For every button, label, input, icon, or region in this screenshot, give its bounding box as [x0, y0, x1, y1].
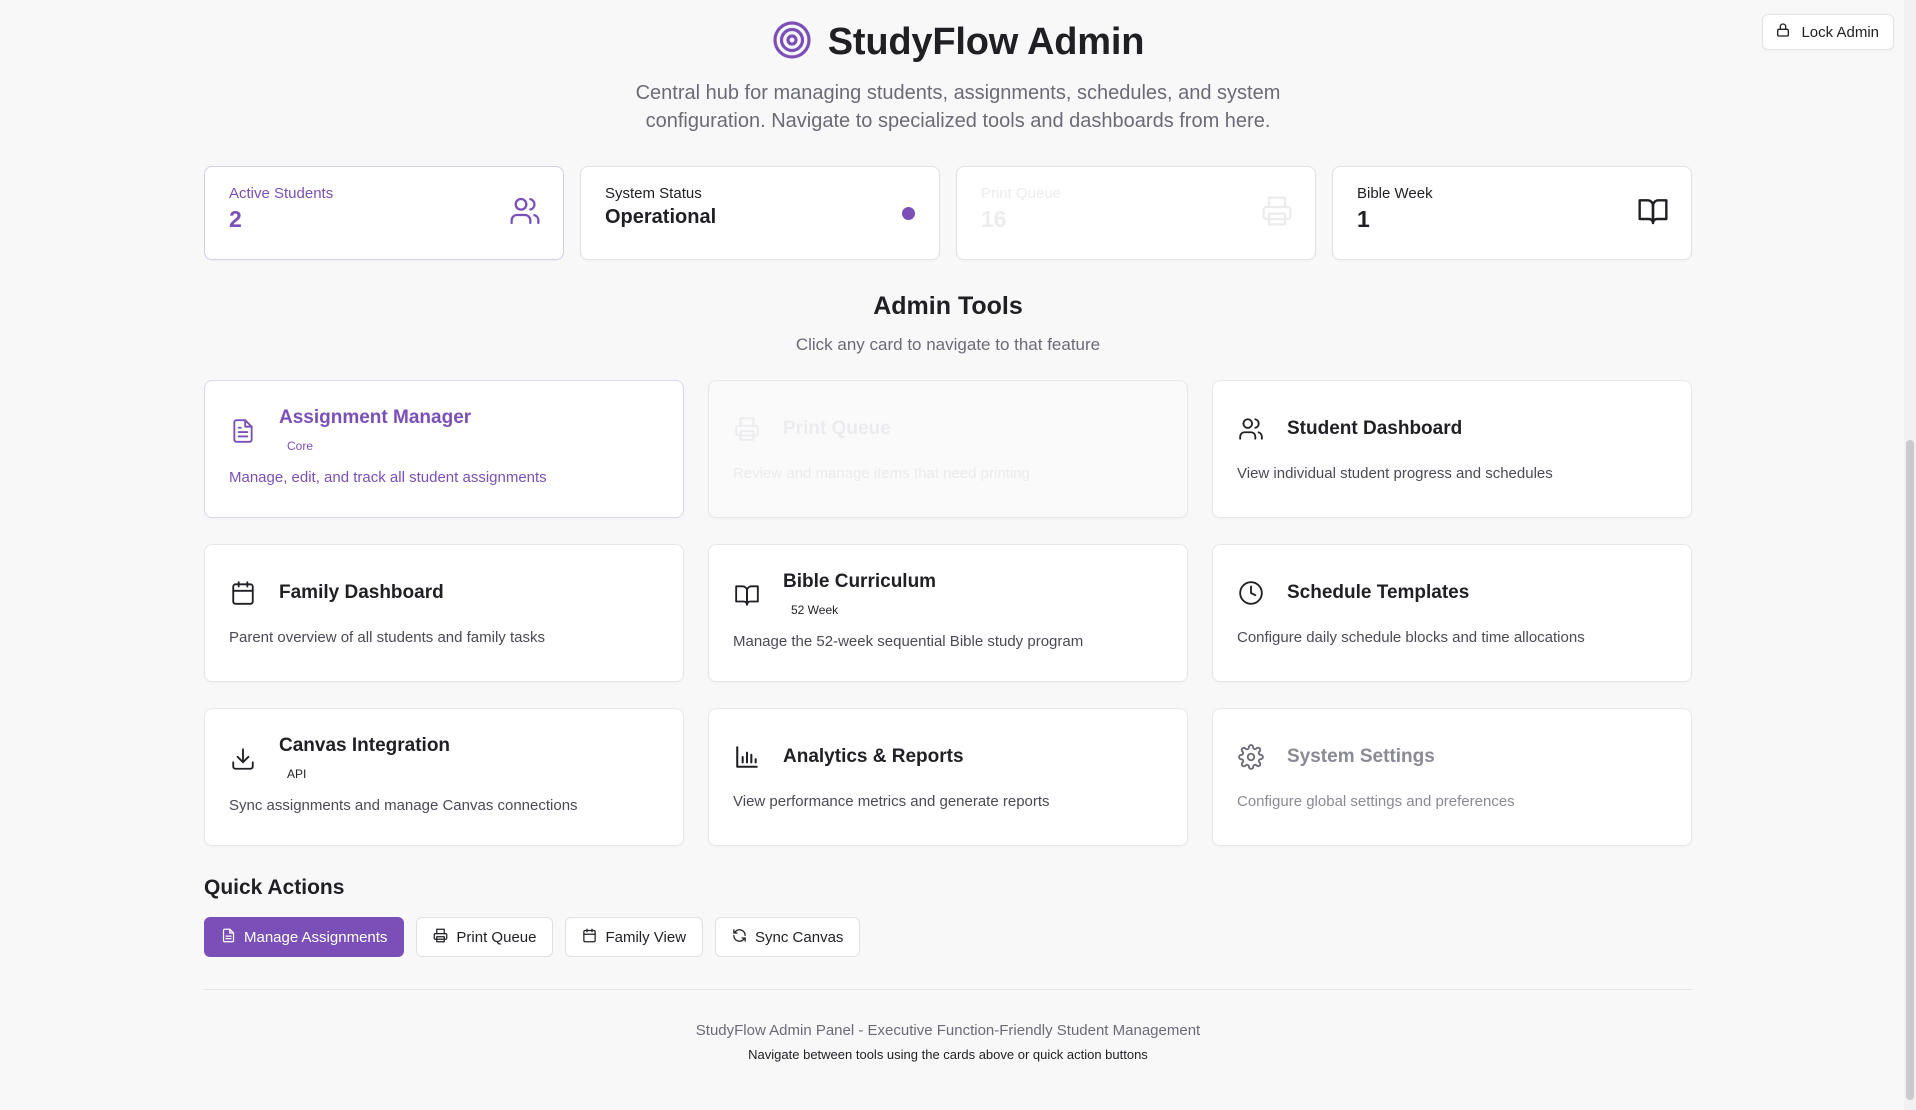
lock-admin-label: Lock Admin [1801, 23, 1879, 41]
lock-icon [1775, 22, 1791, 42]
sync-canvas-button[interactable]: Sync Canvas [715, 917, 861, 957]
stats-row: Active Students 2 System Status Operatio… [204, 166, 1692, 260]
section-title: Admin Tools [873, 292, 1023, 320]
page-title: StudyFlow Admin [827, 21, 1145, 63]
footer-line-2: Navigate between tools using the cards a… [748, 1047, 1148, 1062]
page-header: StudyFlow Admin Central hub for managing… [0, 0, 1916, 135]
tool-card-canvas-integration[interactable]: Canvas Integration API Sync assignments a… [204, 708, 684, 846]
stat-label: Bible Week [1357, 185, 1433, 202]
button-label: Manage Assignments [244, 928, 388, 946]
tool-name: Family Dashboard [279, 582, 444, 603]
calendar-icon [582, 928, 597, 947]
stat-card-print-queue: Print Queue 16 [956, 166, 1316, 260]
tool-desc: View performance metrics and generate re… [733, 793, 1050, 810]
tool-badge: 52 Week [791, 603, 839, 617]
quick-actions-bar: Manage Assignments Print Queue Family Vi… [204, 917, 1692, 957]
family-view-button[interactable]: Family View [565, 917, 704, 957]
printer-icon [733, 415, 761, 443]
stat-label: Print Queue [981, 185, 1062, 202]
print-queue-button[interactable]: Print Queue [416, 917, 554, 957]
bar-chart-icon [733, 743, 761, 771]
tool-desc: Configure daily schedule blocks and time… [1237, 629, 1585, 646]
document-icon [221, 928, 236, 947]
button-label: Family View [605, 928, 687, 946]
calendar-icon [229, 579, 257, 607]
tool-badge: Core [287, 439, 314, 453]
gear-icon [1237, 743, 1265, 771]
admin-tools-grid: Assignment Manager Core Manage, edit, and… [204, 380, 1692, 846]
tool-card-family-dashboard[interactable]: Family Dashboard Parent overview of all … [204, 544, 684, 682]
stat-value: Operational [605, 206, 717, 228]
scrollbar-thumb[interactable] [1906, 440, 1914, 1100]
manage-assignments-button[interactable]: Manage Assignments [204, 917, 405, 957]
lock-admin-button[interactable]: Lock Admin [1762, 14, 1894, 50]
clock-icon [1237, 579, 1265, 607]
tool-card-analytics-reports[interactable]: Analytics & Reports View performance met… [708, 708, 1188, 846]
button-label: Sync Canvas [755, 928, 844, 946]
stat-value: 1 [1357, 206, 1370, 232]
page-subtitle: Central hub for managing students, assig… [635, 82, 1281, 132]
tool-name: System Settings [1287, 746, 1435, 767]
tool-badge: API [287, 767, 307, 781]
footer: StudyFlow Admin Panel - Executive Functi… [204, 1022, 1692, 1062]
tool-name: Canvas Integration [279, 735, 451, 756]
quick-actions-title: Quick Actions [204, 876, 345, 899]
download-icon [229, 745, 257, 773]
tool-desc: Review and manage items that need printi… [733, 465, 1030, 482]
book-icon [1637, 195, 1669, 227]
tool-name: Schedule Templates [1287, 582, 1470, 603]
tool-card-student-dashboard[interactable]: Student Dashboard View individual studen… [1212, 380, 1692, 518]
tool-desc: Manage the 52-week sequential Bible stud… [733, 633, 1084, 650]
stat-label: System Status [605, 185, 702, 202]
stat-card-bible-week: Bible Week 1 [1332, 166, 1692, 260]
status-dot-icon [902, 207, 915, 220]
tool-card-system-settings[interactable]: System Settings Configure global setting… [1212, 708, 1692, 846]
button-label: Print Queue [456, 928, 537, 946]
stat-card-system-status: System Status Operational [580, 166, 940, 260]
footer-divider [204, 989, 1692, 990]
tool-desc: Sync assignments and manage Canvas conne… [229, 797, 578, 814]
tool-name: Print Queue [783, 418, 891, 439]
tool-name: Assignment Manager [279, 407, 472, 428]
printer-icon [433, 928, 448, 947]
tool-desc: Manage, edit, and track all student assi… [229, 469, 547, 486]
stat-value: 2 [229, 206, 242, 232]
users-icon [509, 195, 541, 227]
target-logo-icon [772, 20, 812, 65]
tool-desc: Parent overview of all students and fami… [229, 629, 545, 646]
tool-card-bible-curriculum[interactable]: Bible Curriculum 52 Week Manage the 52-we… [708, 544, 1188, 682]
tool-desc: Configure global settings and preference… [1237, 793, 1515, 810]
tool-name: Student Dashboard [1287, 418, 1463, 439]
stat-card-active-students: Active Students 2 [204, 166, 564, 260]
tool-card-print-queue[interactable]: Print Queue Review and manage items that… [708, 380, 1188, 518]
section-subtitle: Click any card to navigate to that featu… [795, 335, 1101, 354]
scrollbar[interactable] [1904, 0, 1916, 1110]
stat-value: 16 [981, 206, 1007, 232]
document-icon [229, 417, 257, 445]
book-icon [733, 581, 761, 609]
tool-desc: View individual student progress and sch… [1237, 465, 1553, 482]
tool-name: Bible Curriculum [783, 571, 937, 592]
users-icon [1237, 415, 1265, 443]
tool-card-assignment-manager[interactable]: Assignment Manager Core Manage, edit, and… [204, 380, 684, 518]
admin-tools-heading: Admin Tools Click any card to navigate t… [204, 292, 1692, 355]
refresh-icon [732, 928, 747, 947]
tool-card-schedule-templates[interactable]: Schedule Templates Configure daily sched… [1212, 544, 1692, 682]
stat-label: Active Students [229, 185, 334, 202]
footer-line-1: StudyFlow Admin Panel - Executive Functi… [695, 1022, 1201, 1039]
tool-name: Analytics & Reports [783, 746, 964, 767]
printer-icon [1261, 195, 1293, 227]
